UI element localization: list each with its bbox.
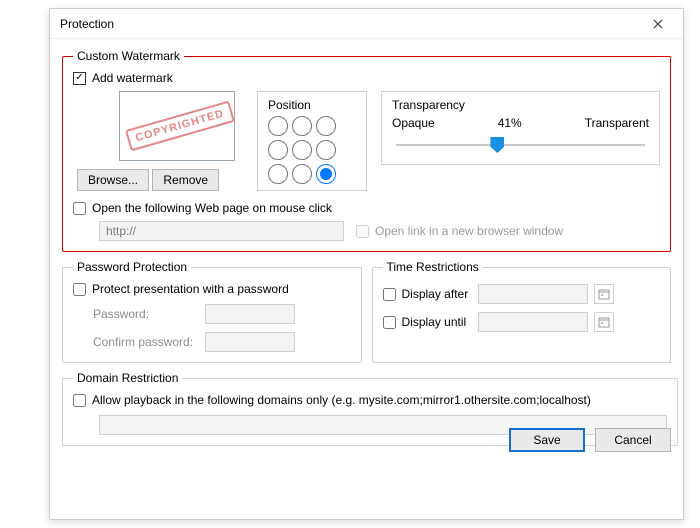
opaque-label: Opaque bbox=[392, 116, 435, 130]
confirm-password-label: Confirm password: bbox=[93, 335, 199, 349]
open-web-row: Open the following Web page on mouse cli… bbox=[73, 201, 660, 215]
display-after-checkbox[interactable] bbox=[383, 288, 396, 301]
open-web-checkbox[interactable] bbox=[73, 202, 86, 215]
position-radio-ml[interactable] bbox=[268, 140, 288, 160]
position-radio-bc[interactable] bbox=[292, 164, 312, 184]
display-after-label: Display after bbox=[402, 287, 472, 301]
watermark-preview: COPYRIGHTED bbox=[119, 91, 235, 161]
position-radio-tc[interactable] bbox=[292, 116, 312, 136]
dialog-footer: Save Cancel bbox=[509, 428, 671, 452]
add-watermark-row: ✓ Add watermark bbox=[73, 71, 660, 85]
password-legend: Password Protection bbox=[73, 260, 191, 274]
open-new-window-checkbox[interactable] bbox=[356, 225, 369, 238]
time-legend: Time Restrictions bbox=[383, 260, 483, 274]
password-protection-group: Password Protection Protect presentation… bbox=[62, 260, 362, 363]
position-radio-br[interactable] bbox=[316, 164, 336, 184]
position-radio-tr[interactable] bbox=[316, 116, 336, 136]
custom-watermark-group: Custom Watermark ✓ Add watermark COPYRIG… bbox=[62, 49, 671, 252]
transparent-label: Transparent bbox=[585, 116, 649, 130]
open-web-label: Open the following Web page on mouse cli… bbox=[92, 201, 332, 215]
position-radio-mr[interactable] bbox=[316, 140, 336, 160]
display-until-checkbox[interactable] bbox=[383, 316, 396, 329]
open-new-window-label: Open link in a new browser window bbox=[375, 224, 563, 238]
position-label: Position bbox=[268, 98, 356, 112]
password-input[interactable] bbox=[205, 304, 295, 324]
titlebar: Protection bbox=[50, 9, 683, 39]
position-radio-mc[interactable] bbox=[292, 140, 312, 160]
display-until-input[interactable] bbox=[478, 312, 588, 332]
cancel-button[interactable]: Cancel bbox=[595, 428, 671, 452]
display-after-input[interactable] bbox=[478, 284, 588, 304]
position-radio-bl[interactable] bbox=[268, 164, 288, 184]
watermark-stamp-text: COPYRIGHTED bbox=[125, 101, 235, 152]
save-button[interactable]: Save bbox=[509, 428, 585, 452]
time-restrictions-group: Time Restrictions Display after Display … bbox=[372, 260, 672, 363]
domain-legend: Domain Restriction bbox=[73, 371, 182, 385]
browse-button[interactable]: Browse... bbox=[77, 169, 149, 191]
transparency-group: Transparency Opaque 41% Transparent bbox=[381, 91, 660, 165]
position-radio-tl[interactable] bbox=[268, 116, 288, 136]
confirm-password-input[interactable] bbox=[205, 332, 295, 352]
protect-password-label: Protect presentation with a password bbox=[92, 282, 289, 296]
add-watermark-label: Add watermark bbox=[92, 71, 173, 85]
calendar-icon[interactable] bbox=[594, 284, 614, 304]
allow-playback-label: Allow playback in the following domains … bbox=[92, 393, 591, 407]
calendar-icon[interactable] bbox=[594, 312, 614, 332]
position-group: Position bbox=[257, 91, 367, 191]
close-button[interactable] bbox=[643, 9, 673, 39]
close-icon bbox=[653, 19, 663, 29]
url-input[interactable] bbox=[99, 221, 344, 241]
window-title: Protection bbox=[60, 17, 114, 31]
transparency-label: Transparency bbox=[392, 98, 649, 112]
protection-dialog: Protection Custom Watermark ✓ Add waterm… bbox=[49, 8, 684, 520]
display-until-label: Display until bbox=[402, 315, 472, 329]
transparency-slider[interactable] bbox=[392, 134, 649, 158]
custom-watermark-legend: Custom Watermark bbox=[73, 49, 184, 63]
content-area: Custom Watermark ✓ Add watermark COPYRIG… bbox=[50, 39, 683, 462]
slider-track bbox=[396, 144, 645, 146]
slider-thumb[interactable] bbox=[490, 137, 504, 153]
add-watermark-checkbox[interactable]: ✓ bbox=[73, 72, 86, 85]
watermark-settings-row: COPYRIGHTED Browse... Remove Position bbox=[73, 91, 660, 191]
allow-playback-checkbox[interactable] bbox=[73, 394, 86, 407]
transparency-percent: 41% bbox=[498, 116, 522, 130]
remove-button[interactable]: Remove bbox=[152, 169, 219, 191]
protect-password-checkbox[interactable] bbox=[73, 283, 86, 296]
password-label: Password: bbox=[93, 307, 199, 321]
